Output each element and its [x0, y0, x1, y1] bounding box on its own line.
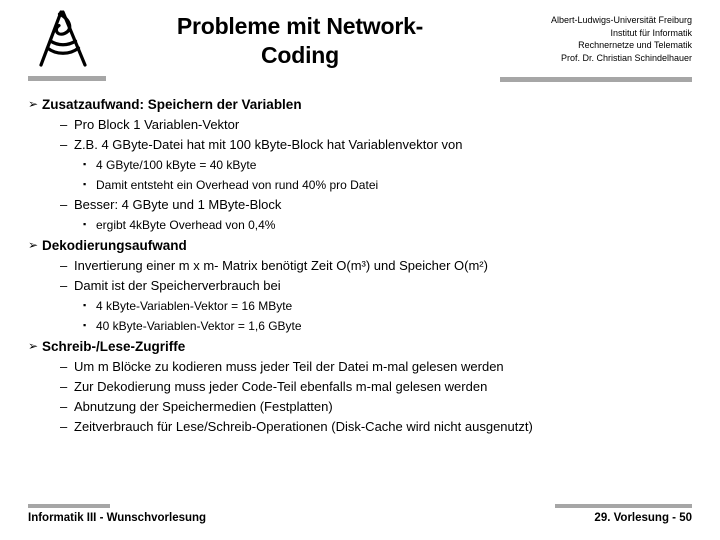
footer-course-label: Informatik III - Wunschvorlesung [28, 512, 207, 524]
institution-line-professor: Prof. Dr. Christian Schindelhauer [560, 52, 692, 63]
institution-line-university: Albert-Ludwigs-Universität Freiburg [550, 15, 692, 25]
footer-lecture-slide-label: 29. Vorlesung - 50 [594, 512, 692, 524]
page-title-line-1: Probleme mit Network- [176, 13, 424, 39]
bullet-text: Besser: 4 GByte und 1 MByte-Block [74, 197, 282, 212]
bullet-text: Schreib-/Lese-Zugriffe [42, 339, 186, 354]
bullet-line-level-1: ➢ Schreib-/Lese-Zugriffe [0, 336, 720, 357]
bullet-line-level-2: – Besser: 4 GByte und 1 MByte-Block [0, 195, 720, 215]
bullet-text: Damit ist der Speicherverbrauch bei [74, 278, 281, 293]
institution-block: Albert-Ludwigs-Universität Freiburg Inst… [482, 14, 692, 64]
slide-body: ➢ Zusatzaufwand: Speichern der Variablen –… [0, 94, 720, 474]
bullet-line-level-2: – Invertierung einer m x m- Matrix benöti… [0, 256, 720, 276]
bullet-text: Z.B. 4 GByte-Datei hat mit 100 kByte-Blo… [74, 137, 463, 152]
institution-line-group: Rechnernetze und Telematik [578, 40, 692, 50]
bullet-line-level-2: – Abnutzung der Speichermedien (Festplatt… [0, 397, 720, 417]
bullet-text: Um m Blöcke zu kodieren muss jeder Teil … [74, 359, 504, 374]
bullet-marker-icon: ▪ [83, 300, 87, 310]
bullet-line-level-2: – Zur Dekodierung muss jeder Code-Teil eb… [0, 377, 720, 397]
bullet-text: Zur Dekodierung muss jeder Code-Teil ebe… [74, 379, 488, 394]
footer-rule-right [555, 504, 692, 508]
header-rule-right [500, 77, 692, 82]
institution-line-institute: Institut für Informatik [610, 27, 692, 38]
bullet-line-level-3: ▪ ergibt 4kByte Overhead von 0,4% [0, 215, 720, 235]
bullet-line-level-3: ▪ 4 kByte-Variablen-Vektor = 16 MByte [0, 296, 720, 316]
bullet-marker-icon: – [60, 258, 68, 273]
bullet-marker-icon: – [60, 278, 68, 293]
bullet-text: Dekodierungsaufwand [42, 238, 187, 253]
bullet-line-level-2: – Damit ist der Speicherverbrauch bei [0, 276, 720, 296]
bullet-line-level-2: – Pro Block 1 Variablen-Vektor [0, 115, 720, 135]
bullet-marker-icon: ▪ [83, 320, 87, 330]
bullet-marker-icon: – [60, 419, 68, 434]
bullet-text: Zusatzaufwand: Speichern der Variablen [42, 97, 302, 112]
bullet-marker-icon: ➢ [28, 97, 39, 111]
bullet-text: Pro Block 1 Variablen-Vektor [74, 117, 240, 132]
bullet-text: 4 GByte/100 kByte = 40 kByte [96, 158, 257, 172]
bullet-line-level-3: ▪ 4 GByte/100 kByte = 40 kByte [0, 155, 720, 175]
bullet-marker-icon: – [60, 399, 68, 414]
bullet-marker-icon: – [60, 137, 68, 152]
bullet-line-level-2: – Um m Blöcke zu kodieren muss jeder Teil… [0, 357, 720, 377]
bullet-marker-icon: – [60, 359, 68, 374]
page-title: Probleme mit Network- Coding [120, 12, 480, 70]
bullet-marker-icon: – [60, 197, 68, 212]
bullet-marker-icon: – [60, 117, 68, 132]
bullet-marker-icon: ▪ [83, 179, 87, 189]
footer-rule-left [28, 504, 110, 508]
bullet-text: Invertierung einer m x m- Matrix benötig… [74, 258, 488, 273]
bullet-line-level-2: – Zeitverbrauch für Lese/Schreib-Operatio… [0, 417, 720, 437]
bullet-text: 40 kByte-Variablen-Vektor = 1,6 GByte [96, 319, 302, 333]
bullet-text: 4 kByte-Variablen-Vektor = 16 MByte [96, 299, 293, 313]
bullet-marker-icon: ➢ [28, 339, 39, 353]
bullet-line-level-1: ➢ Zusatzaufwand: Speichern der Variablen [0, 94, 720, 115]
bullet-line-level-3: ▪ 40 kByte-Variablen-Vektor = 1,6 GByte [0, 316, 720, 336]
bullet-line-level-2: – Z.B. 4 GByte-Datei hat mit 100 kByte-Bl… [0, 135, 720, 155]
bullet-text: Damit entsteht ein Overhead von rund 40%… [96, 178, 379, 192]
slide-footer: Informatik III - Wunschvorlesung 29. Vor… [0, 498, 720, 540]
header-rule-left [28, 76, 106, 81]
bullet-marker-icon: ▪ [83, 219, 87, 229]
bullet-line-level-1: ➢ Dekodierungsaufwand [0, 235, 720, 256]
bullet-text: Zeitverbrauch für Lese/Schreib-Operation… [74, 419, 533, 434]
bullet-marker-icon: – [60, 379, 68, 394]
bullet-text: ergibt 4kByte Overhead von 0,4% [96, 218, 276, 232]
bullet-marker-icon: ➢ [28, 238, 39, 252]
bullet-line-level-3: ▪ Damit entsteht ein Overhead von rund 40… [0, 175, 720, 195]
bullet-text: Abnutzung der Speichermedien (Festplatte… [74, 399, 333, 414]
freiburg-university-seal-icon [28, 8, 98, 70]
slide-header: Probleme mit Network- Coding Albert-Ludw… [0, 0, 720, 92]
bullet-marker-icon: ▪ [83, 159, 87, 169]
page-title-line-2: Coding [261, 42, 339, 68]
